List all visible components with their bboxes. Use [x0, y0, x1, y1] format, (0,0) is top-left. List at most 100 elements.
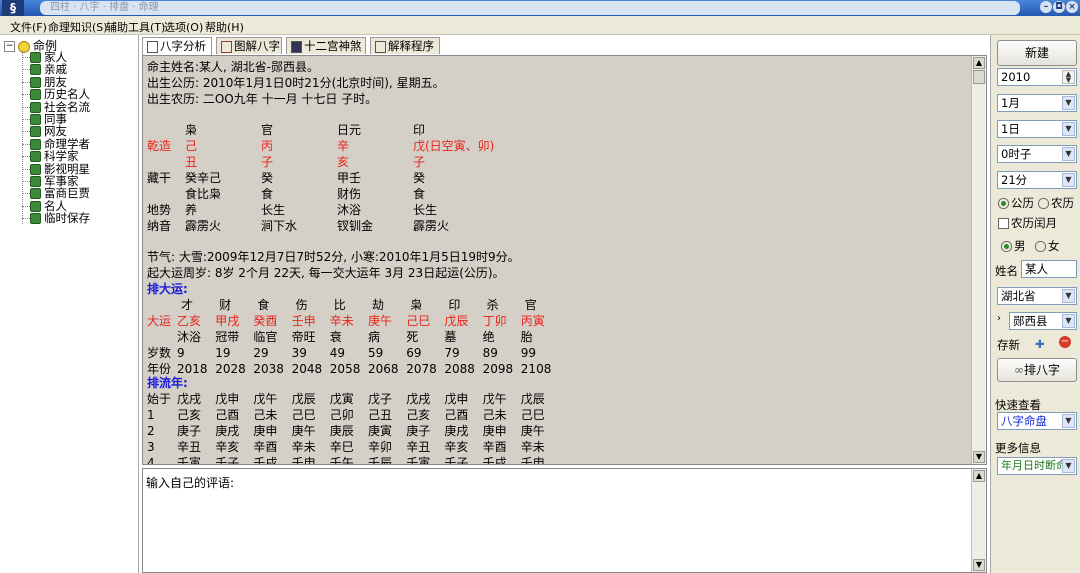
dayun-year: 2028 [215, 362, 246, 376]
link-icon: ∞ [1013, 363, 1024, 377]
solar-radio[interactable]: 公历 [998, 195, 1034, 211]
liunian-cell: 辛卯 [368, 440, 393, 454]
chevron-down-icon[interactable]: ▼ [1062, 289, 1075, 303]
phase-label: 地势 [147, 203, 172, 217]
pin-icon[interactable]: ✚ [1035, 337, 1045, 351]
earthly-branch: 子 [261, 155, 274, 169]
scroll-thumb[interactable] [973, 70, 985, 84]
new-button[interactable]: 新建 [997, 40, 1077, 66]
analysis-panel[interactable]: 命主姓名:某人, 湖北省-郧西县。 出生公历: 2010年1月1日0时21分(北… [142, 55, 987, 465]
more-info-select[interactable]: 年月日时断命 ▼ [997, 457, 1077, 475]
hour-select[interactable]: 0时子 ▼ [997, 145, 1077, 163]
content-scrollbar[interactable]: ▲ ▼ [971, 56, 986, 464]
tab-explanation[interactable]: 解释程序 [370, 37, 440, 54]
dayun-phase: 帝旺 [291, 330, 316, 344]
menu-help[interactable]: 帮助(H) [205, 19, 244, 35]
liunian-cell: 庚午 [291, 424, 316, 438]
scroll-up-icon[interactable]: ▲ [973, 470, 985, 482]
county-select[interactable]: 郧西县 ▼ [1009, 312, 1077, 330]
tree-connector [22, 94, 30, 96]
scroll-down-icon[interactable]: ▼ [973, 559, 985, 571]
growth-phase: 养 [185, 203, 198, 217]
chevron-down-icon[interactable]: ▼ [1062, 414, 1075, 428]
restore-button[interactable]: ◘ [1053, 1, 1065, 13]
age-label: 岁数 [147, 346, 172, 360]
scroll-up-icon[interactable]: ▲ [973, 57, 985, 69]
year-spinner[interactable]: 2010 ▲ ▼ [997, 68, 1077, 86]
tree-connector [22, 181, 30, 182]
leap-month-checkbox[interactable]: 农历闰月 [998, 215, 1057, 231]
hidden-stem: 癸辛己 [185, 171, 222, 185]
chevron-down-icon[interactable]: ▼ [1062, 122, 1075, 136]
more-info-value: 年月日时断命 [1001, 459, 1067, 472]
lunar-radio[interactable]: 农历 [1038, 195, 1074, 211]
nayin: 涧下水 [261, 219, 298, 233]
chevron-right-icon[interactable]: › [997, 313, 1001, 324]
name-input[interactable]: 某人 [1021, 260, 1077, 278]
day-select[interactable]: 1日 ▼ [997, 120, 1077, 138]
tab-twelve-palaces[interactable]: 十二宫神煞 [286, 37, 366, 54]
dayun-year: 2068 [368, 362, 399, 376]
comment-scrollbar[interactable]: ▲ ▼ [971, 469, 986, 572]
dayun-year: 2078 [406, 362, 437, 376]
year-value: 2010 [1001, 70, 1031, 84]
document-icon [147, 40, 158, 53]
radio-icon [998, 198, 1009, 209]
tree-connector [22, 131, 30, 133]
male-radio[interactable]: 男 [1001, 238, 1026, 254]
tab-bazi-diagram[interactable]: 图解八字 [216, 37, 282, 54]
save-new-label: 存新 [997, 338, 1020, 352]
tree-item[interactable]: 临时保存 [30, 212, 90, 225]
comment-area[interactable]: 输入自己的评语: ▲ ▼ [142, 468, 987, 573]
liunian-cell: 壬申 [291, 456, 316, 465]
dayun-year: 2098 [482, 362, 514, 376]
dayun-age: 39 [291, 346, 307, 360]
chevron-down-icon[interactable]: ▼ [1062, 147, 1075, 161]
menu-options[interactable]: 选项(O) [164, 19, 203, 35]
close-button[interactable]: × [1066, 1, 1078, 13]
book-icon [30, 126, 41, 138]
chevron-down-icon[interactable]: ▼ [1062, 173, 1075, 187]
collapse-icon[interactable]: − [4, 41, 15, 52]
dayun-year: 2088 [444, 362, 475, 376]
tree-root[interactable]: − 命例 [4, 37, 57, 53]
chevron-down-icon[interactable]: ▼ [1062, 96, 1075, 110]
province-select[interactable]: 湖北省 ▼ [997, 287, 1077, 305]
chevron-down-icon[interactable]: ▼ [1062, 314, 1075, 328]
liunian-cell: 庚子 [406, 424, 431, 438]
spin-icon[interactable]: ▲ ▼ [1062, 70, 1075, 84]
window-title: 四柱 · 八字 · 排盘 · 命理 [40, 1, 1020, 15]
dayun-year: 2048 [291, 362, 323, 376]
paipan-button[interactable]: ∞排八字 [997, 358, 1077, 382]
app-logo-icon: § [2, 0, 24, 16]
dayun-header: 印 [448, 298, 461, 312]
chevron-down-icon[interactable]: ▼ [1062, 459, 1075, 473]
month-select[interactable]: 1月 ▼ [997, 94, 1077, 112]
liunian-cell: 辛丑 [406, 440, 431, 454]
liunian-cell: 庚午 [520, 424, 545, 438]
dayun-pillar: 辛未 [329, 314, 354, 328]
liunian-start: 戊寅 [329, 392, 354, 406]
title-bar: § 四柱 · 八字 · 排盘 · 命理 – ◘ × [0, 0, 1080, 16]
delete-icon[interactable]: − [1059, 336, 1071, 348]
scroll-down-icon[interactable]: ▼ [973, 451, 985, 463]
hidden-stem: 甲壬 [337, 171, 362, 185]
liunian-cell: 己未 [482, 408, 507, 422]
intro-line: 出生农历: 二OO九年 十一月 十七日 子时。 [147, 92, 378, 106]
liunian-cell: 庚寅 [368, 424, 393, 438]
menu-file[interactable]: 文件(F) [10, 19, 47, 35]
minute-value: 21分 [1001, 173, 1028, 187]
quick-view-select[interactable]: 八字命盘 ▼ [997, 412, 1077, 430]
tree-connector [22, 119, 30, 120]
tab-bazi-analysis[interactable]: 八字分析 [142, 37, 212, 55]
pillar-header: 枭 [185, 123, 198, 137]
menu-knowledge[interactable]: 命理知识(S) [48, 19, 108, 35]
qiyun-line: 起大运周岁: 8岁 2个月 22天, 每一交大运年 3月 23日起运(公历)。 [147, 266, 505, 280]
minimize-button[interactable]: – [1040, 1, 1052, 13]
liunian-cell: 己卯 [329, 408, 354, 422]
minute-select[interactable]: 21分 ▼ [997, 171, 1077, 189]
female-radio[interactable]: 女 [1035, 238, 1060, 254]
menu-tools[interactable]: 辅助工具(T) [106, 19, 165, 35]
liunian-row-number: 1 [147, 408, 155, 422]
tab-label: 解释程序 [388, 39, 434, 53]
